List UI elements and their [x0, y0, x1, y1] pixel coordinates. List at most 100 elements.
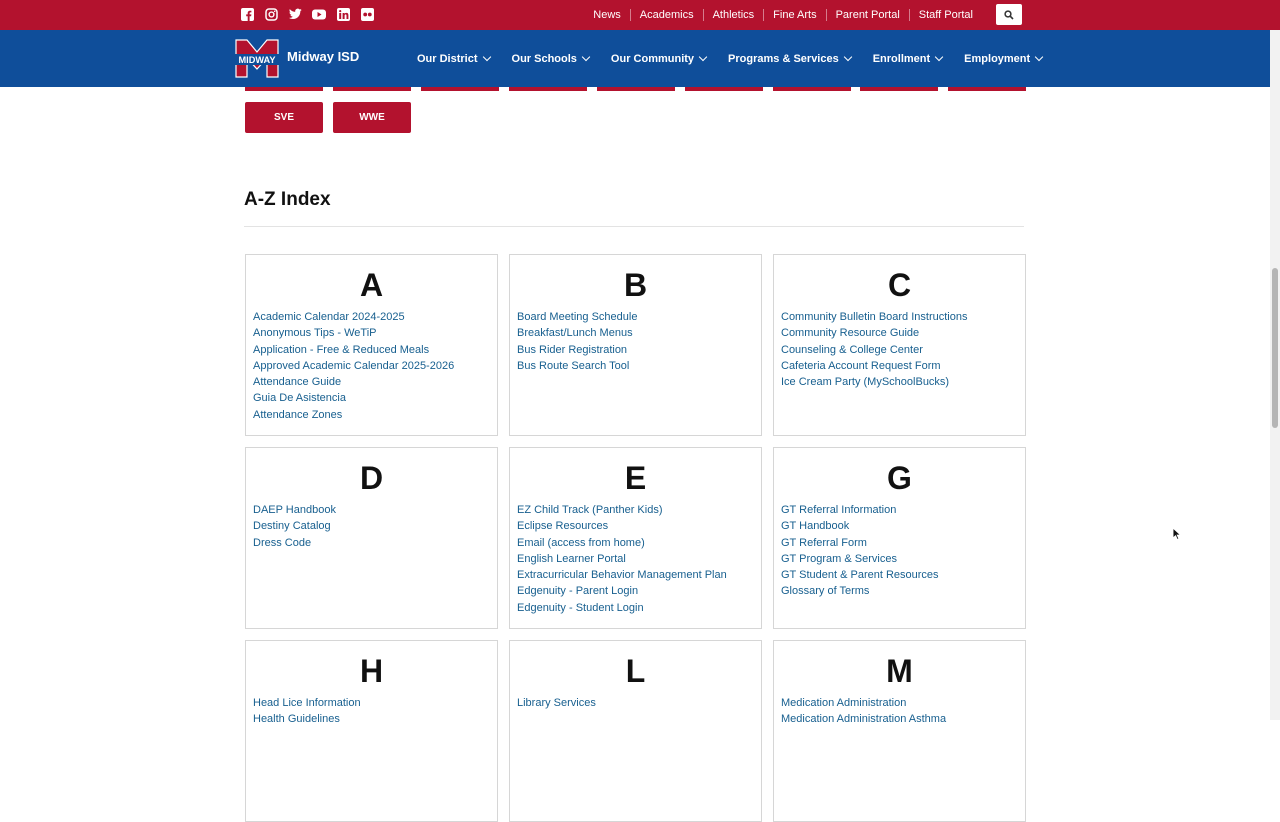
school-button-cut[interactable] [860, 87, 938, 91]
az-link-list: Head Lice Information Health Guidelines [253, 695, 361, 728]
chevron-down-icon [843, 52, 852, 62]
az-link[interactable]: Breakfast/Lunch Menus [517, 325, 637, 341]
az-link[interactable]: Bus Rider Registration [517, 342, 637, 358]
az-card-letter: E [624, 460, 647, 496]
az-link[interactable]: Health Guidelines [253, 711, 361, 727]
az-link-list: GT Referral Information GT Handbook GT Ref… [781, 502, 939, 600]
az-link-list: Board Meeting Schedule Breakfast/Lunch Me… [517, 309, 637, 374]
school-button-sve[interactable]: SVE [245, 102, 323, 133]
az-link[interactable]: GT Program & Services [781, 551, 939, 567]
az-link[interactable]: Dress Code [253, 535, 336, 551]
nav-employment[interactable]: Employment [964, 53, 1044, 65]
az-link-list: EZ Child Track (Panther Kids) Eclipse Res… [517, 502, 727, 616]
az-link[interactable]: DAEP Handbook [253, 502, 336, 518]
school-button-cut[interactable] [773, 87, 851, 91]
school-button-cut[interactable] [333, 87, 411, 91]
scrollbar[interactable] [1270, 30, 1280, 720]
scrollbar-thumb[interactable] [1272, 268, 1278, 428]
top-link-athletics[interactable]: Athletics [702, 9, 764, 21]
az-card-letter: D [359, 460, 384, 496]
az-link-list: Medication Administration Medication Admi… [781, 695, 946, 728]
nav-our-community[interactable]: Our Community [610, 52, 708, 65]
school-button-cut[interactable] [509, 87, 587, 91]
divider [244, 226, 1024, 227]
nav-label: Our Schools [511, 52, 577, 65]
az-link[interactable]: Academic Calendar 2024-2025 [253, 309, 454, 325]
az-link[interactable]: Email (access from home) [517, 535, 727, 551]
midway-logo[interactable]: MIDWAY [235, 39, 279, 78]
chevron-down-icon [698, 52, 708, 62]
school-button-cut[interactable] [597, 87, 675, 91]
az-link[interactable]: Counseling & College Center [781, 342, 967, 358]
nav-programs-services[interactable]: Programs & Services [728, 52, 852, 65]
nav-enrollment[interactable]: Enrollment [873, 53, 944, 65]
school-button-cut[interactable] [685, 87, 763, 91]
top-link-parent-portal[interactable]: Parent Portal [825, 9, 909, 21]
az-link[interactable]: Community Resource Guide [781, 325, 967, 341]
az-link[interactable]: Edgenuity - Student Login [517, 600, 727, 616]
az-link[interactable]: Attendance Zones [253, 407, 454, 423]
az-link[interactable]: Medication Administration [781, 695, 946, 711]
az-link[interactable]: Application - Free & Reduced Meals [253, 342, 454, 358]
az-link[interactable]: Board Meeting Schedule [517, 309, 637, 325]
twitter-icon[interactable] [288, 7, 302, 21]
az-link[interactable]: EZ Child Track (Panther Kids) [517, 502, 727, 518]
az-card-d: D DAEP Handbook Destiny Catalog Dress Code [245, 447, 498, 629]
az-link[interactable]: Ice Cream Party (MySchoolBucks) [781, 374, 967, 390]
az-link[interactable]: Glossary of Terms [781, 583, 939, 599]
mouse-cursor-icon [1172, 527, 1182, 541]
nav-label: Our Community [610, 52, 695, 65]
az-link[interactable]: Cafeteria Account Request Form [781, 358, 967, 374]
az-link[interactable]: Extracurricular Behavior Management Plan [517, 567, 727, 583]
linkedin-icon[interactable] [336, 7, 350, 21]
az-link[interactable]: Anonymous Tips - WeTiP [253, 325, 454, 341]
az-link[interactable]: Bus Route Search Tool [517, 358, 637, 374]
az-card-letter: G [887, 460, 912, 496]
main-navbar: MIDWAY Midway ISD Our District Our Schoo… [0, 30, 1280, 87]
social-links [240, 7, 374, 21]
az-link[interactable]: Approved Academic Calendar 2025-2026 [253, 358, 454, 374]
az-link[interactable]: GT Referral Form [781, 535, 939, 551]
top-link-staff-portal[interactable]: Staff Portal [908, 9, 982, 21]
school-button-cut[interactable] [245, 87, 323, 91]
az-card-letter: M [886, 653, 913, 689]
az-link[interactable]: Guia De Asistencia [253, 390, 454, 406]
az-link[interactable]: English Learner Portal [517, 551, 727, 567]
az-card-e: E EZ Child Track (Panther Kids) Eclipse Re… [509, 447, 762, 629]
az-link[interactable]: Medication Administration Asthma [781, 711, 946, 727]
az-link[interactable]: GT Student & Parent Resources [781, 567, 939, 583]
top-link-fine-arts[interactable]: Fine Arts [763, 9, 825, 21]
instagram-icon[interactable] [264, 7, 278, 21]
az-link[interactable]: GT Referral Information [781, 502, 939, 518]
az-link[interactable]: Library Services [517, 695, 596, 711]
site-name[interactable]: Midway ISD [287, 49, 359, 64]
search-button[interactable] [996, 4, 1022, 25]
school-button-cut[interactable] [948, 87, 1026, 91]
az-link[interactable]: Attendance Guide [253, 374, 454, 390]
school-button-wwe[interactable]: WWE [333, 102, 411, 133]
az-card-letter: B [623, 267, 648, 303]
top-link-news[interactable]: News [584, 9, 630, 21]
facebook-icon[interactable] [240, 7, 254, 21]
az-card-g: G GT Referral Information GT Handbook GT Re… [773, 447, 1026, 629]
az-link[interactable]: Community Bulletin Board Instructions [781, 309, 967, 325]
flickr-icon[interactable] [360, 7, 374, 21]
az-index-title: A-Z Index [244, 189, 331, 210]
az-link[interactable]: Eclipse Resources [517, 518, 727, 534]
az-link[interactable]: Edgenuity - Parent Login [517, 583, 727, 599]
nav-label: Programs & Services [728, 52, 839, 65]
az-link[interactable]: Head Lice Information [253, 695, 361, 711]
nav-our-schools[interactable]: Our Schools [511, 52, 591, 65]
az-link-list: DAEP Handbook Destiny Catalog Dress Code [253, 502, 336, 551]
az-card-letter: A [359, 267, 384, 303]
az-link[interactable]: GT Handbook [781, 518, 939, 534]
school-button-cut[interactable] [421, 87, 499, 91]
az-card-m: M Medication Administration Medication Adm… [773, 640, 1026, 822]
az-link[interactable]: Destiny Catalog [253, 518, 336, 534]
nav-our-district[interactable]: Our District [417, 53, 491, 65]
primary-menu: Our District Our Schools Our Community P… [417, 30, 1044, 87]
utility-links: News Academics Athletics Fine Arts Paren… [584, 0, 982, 30]
az-link-list: Academic Calendar 2024-2025 Anonymous Tip… [253, 309, 454, 423]
youtube-icon[interactable] [312, 7, 326, 21]
top-link-academics[interactable]: Academics [629, 9, 703, 21]
